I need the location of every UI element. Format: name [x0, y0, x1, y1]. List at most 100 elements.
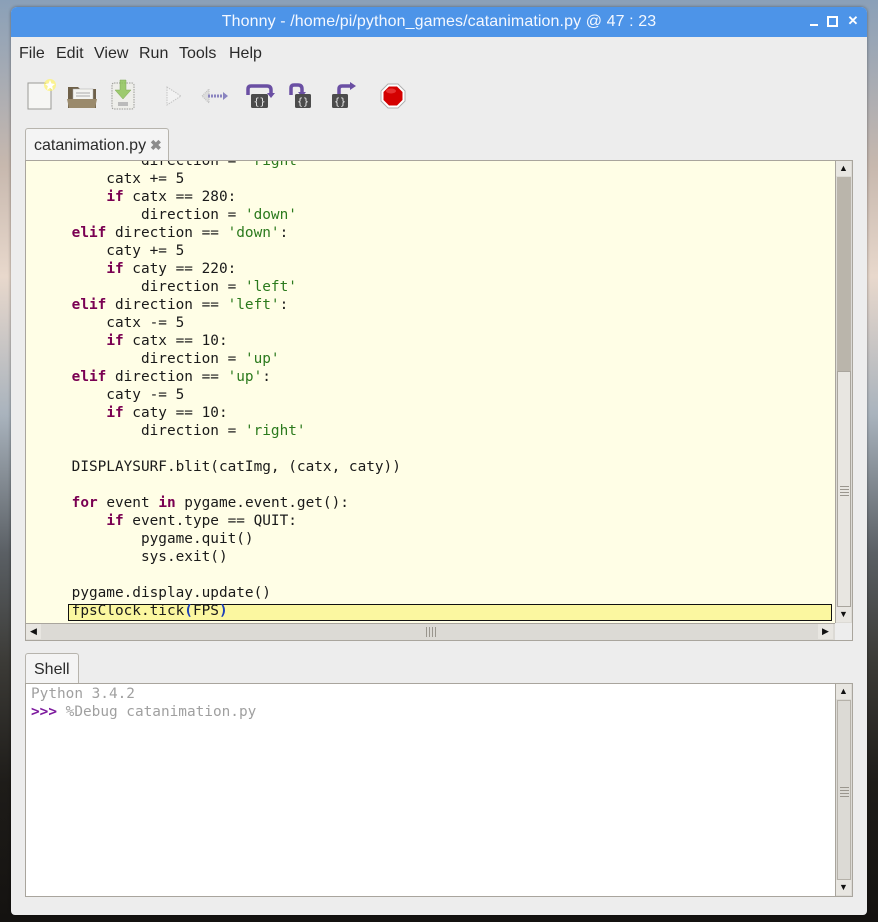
scroll-down-arrow-icon[interactable]: ▼: [836, 880, 851, 895]
grip-line: [840, 796, 849, 797]
save-file-button[interactable]: [107, 77, 141, 113]
code-token: :: [279, 225, 289, 241]
grip-line: [840, 489, 849, 490]
shell-vertical-scrollbar[interactable]: ▲ ▼: [835, 684, 852, 896]
keyword-token: if: [106, 513, 124, 529]
keyword-token: elif: [71, 225, 107, 241]
shell-tab[interactable]: Shell: [25, 653, 79, 684]
scroll-down-arrow-icon[interactable]: ▼: [836, 607, 851, 622]
menu-file[interactable]: File: [19, 45, 45, 63]
code-token: catx += 5: [37, 171, 185, 187]
scroll-up-arrow-icon[interactable]: ▲: [836, 161, 851, 176]
step-out-button[interactable]: {}: [327, 77, 361, 113]
string-token: 'right': [244, 161, 306, 169]
menu-edit[interactable]: Edit: [56, 45, 84, 63]
close-button[interactable]: ✕: [845, 13, 861, 29]
scroll-right-arrow-icon[interactable]: ▶: [818, 624, 833, 639]
minimize-button[interactable]: [806, 13, 822, 29]
menu-run[interactable]: Run: [139, 45, 168, 63]
save-icon: [111, 79, 135, 110]
open-file-button[interactable]: [65, 77, 99, 113]
code-line: direction = 'up': [37, 350, 280, 368]
code-line: pygame.display.update(): [37, 584, 271, 602]
code-token: direction =: [37, 423, 245, 439]
thonny-window: Thonny - /home/pi/python_games/catanimat…: [11, 7, 867, 915]
code-line: pygame.quit(): [37, 530, 254, 548]
code-token: event: [97, 495, 159, 511]
editor-horizontal-scrollbar[interactable]: ◀ ▶: [26, 623, 835, 640]
new-file-button[interactable]: [25, 77, 59, 113]
step-over-icon: {}: [246, 84, 275, 108]
svg-text:{}: {}: [334, 97, 346, 108]
grip-line: [429, 627, 430, 637]
grip-line: [435, 627, 436, 637]
menu-tools[interactable]: Tools: [179, 45, 216, 63]
code-line: caty -= 5: [37, 386, 184, 404]
code-line-current: fpsClock.tick(FPS): [37, 602, 228, 620]
run-button[interactable]: [157, 77, 191, 113]
toolbar: {} {} {}: [11, 77, 867, 117]
code-token: sys.exit(): [37, 549, 228, 565]
code-token: pygame.display.update(): [37, 585, 271, 601]
keyword-token: if: [106, 333, 124, 349]
code-token: caty == 220:: [123, 261, 237, 277]
code-line: if event.type == QUIT:: [37, 512, 297, 530]
title-bar[interactable]: Thonny - /home/pi/python_games/catanimat…: [11, 7, 867, 37]
scroll-trough[interactable]: [837, 177, 851, 371]
window-title: Thonny - /home/pi/python_games/catanimat…: [221, 13, 657, 30]
scrollbar-corner: [835, 623, 852, 640]
code-line: for event in pygame.event.get():: [37, 494, 349, 512]
keyword-token: if: [106, 261, 124, 277]
shell-panel[interactable]: Python 3.4.2 >>> %Debug catanimation.py …: [25, 683, 853, 897]
shell-scroll-thumb[interactable]: [837, 700, 851, 880]
stop-button[interactable]: [377, 77, 411, 113]
shell-command-line: >>> %Debug catanimation.py: [31, 703, 256, 721]
code-line: direction = 'right': [37, 161, 306, 170]
keyword-token: if: [106, 405, 124, 421]
grip-line: [840, 492, 849, 493]
code-token: caty += 5: [37, 243, 185, 259]
code-token: :: [279, 297, 289, 313]
code-text-area[interactable]: direction = 'right' catx += 5 if catx ==…: [26, 161, 835, 623]
code-token: fpsClock.tick: [37, 603, 185, 619]
bracket-token: (: [184, 603, 193, 619]
editor-vertical-scrollbar[interactable]: ▲ ▼: [835, 161, 852, 623]
scroll-left-arrow-icon[interactable]: ◀: [26, 624, 41, 639]
code-line: DISPLAYSURF.blit(catImg, (catx, caty)): [37, 458, 401, 476]
step-over-button[interactable]: {}: [243, 77, 277, 113]
horizontal-scroll-thumb[interactable]: [42, 625, 818, 639]
code-token: DISPLAYSURF.blit(catImg, (catx, caty)): [37, 459, 401, 475]
grip-line: [840, 790, 849, 791]
grip-line: [840, 495, 849, 496]
scroll-thumb[interactable]: [837, 371, 851, 607]
menu-view[interactable]: View: [94, 45, 128, 63]
menu-help[interactable]: Help: [229, 45, 262, 63]
code-token: direction ==: [106, 369, 228, 385]
string-token: 'left': [227, 297, 280, 313]
string-token: 'up': [227, 369, 263, 385]
svg-text:{}: {}: [253, 97, 265, 108]
menu-bar: File Edit View Run Tools Help: [11, 41, 867, 67]
stop-icon: [380, 83, 406, 109]
keyword-token: in: [158, 495, 176, 511]
keyword-token: if: [106, 189, 124, 205]
code-line: if catx == 280:: [37, 188, 236, 206]
step-into-icon: {}: [289, 83, 311, 108]
tab-close-icon[interactable]: ✖: [150, 137, 162, 154]
debug-button[interactable]: [197, 77, 231, 113]
editor-tab-catanimation[interactable]: catanimation.py ✖: [25, 128, 169, 160]
keyword-token: for: [71, 495, 98, 511]
code-token: direction =: [37, 279, 245, 295]
code-line: elif direction == 'left':: [37, 296, 289, 314]
string-token: 'up': [244, 351, 280, 367]
scroll-up-arrow-icon[interactable]: ▲: [836, 684, 851, 699]
code-token: event.type == QUIT:: [123, 513, 297, 529]
step-into-button[interactable]: {}: [285, 77, 319, 113]
string-token: 'down': [244, 207, 297, 223]
keyword-token: elif: [71, 369, 107, 385]
maximize-button[interactable]: [824, 13, 840, 29]
